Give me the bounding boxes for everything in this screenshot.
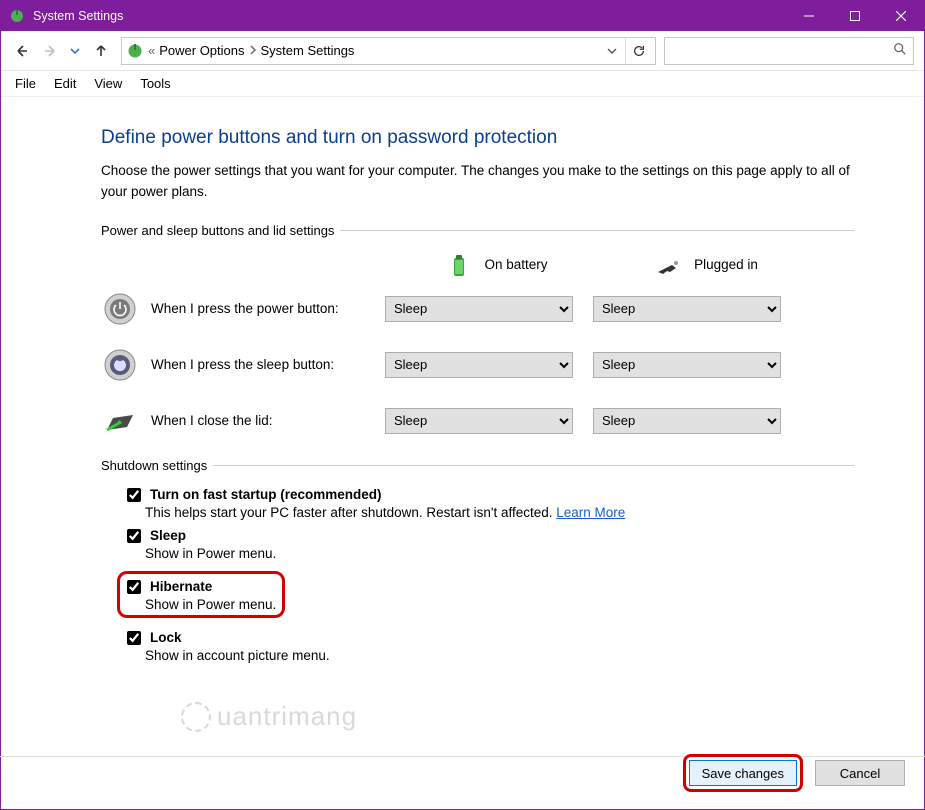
learn-more-link[interactable]: Learn More [556,505,625,520]
recent-locations-button[interactable] [63,39,87,63]
select-power-button-battery[interactable]: Sleep [385,296,573,322]
checkbox-label: Turn on fast startup (recommended) [150,487,382,502]
row-label: When I press the sleep button: [151,357,385,372]
section-label-text: Power and sleep buttons and lid settings [101,223,334,238]
checkbox-sleep[interactable] [127,529,141,543]
titlebar: System Settings [1,1,924,31]
watermark-icon [181,702,211,732]
columns-header: On battery Plugged in [101,250,854,280]
footer: Save changes Cancel [683,746,905,800]
minimize-button[interactable] [786,1,832,31]
divider [340,230,854,231]
up-button[interactable] [89,39,113,63]
checkbox-item-lock: Lock Show in account picture menu. [123,628,854,663]
checkbox-description: Show in account picture menu. [145,648,854,663]
section-label-text: Shutdown settings [101,458,207,473]
chevron-right-icon [249,43,257,58]
menubar: File Edit View Tools [1,71,924,97]
divider [213,465,854,466]
watermark: uantrimang [181,701,357,732]
column-plugged-in: Plugged in [611,250,801,280]
save-highlight: Save changes [683,754,803,792]
checkbox-description: Show in Power menu. [145,597,276,612]
row-label: When I close the lid: [151,413,385,428]
power-options-icon [126,42,144,60]
breadcrumb-label: Power Options [159,43,244,58]
row-close-lid: When I close the lid: Sleep Sleep [101,402,854,440]
row-power-button: When I press the power button: Sleep Sle… [101,290,854,328]
breadcrumb-label: System Settings [261,43,355,58]
power-button-icon [101,290,139,328]
footer-region: Save changes Cancel [0,756,925,810]
checkbox-hibernate[interactable] [127,580,141,594]
checkbox-item-sleep: Sleep Show in Power menu. [123,526,854,561]
toolbar: « Power Options System Settings [1,31,924,71]
page-heading: Define power buttons and turn on passwor… [101,127,854,149]
plug-icon [654,250,684,280]
lid-icon [101,402,139,440]
save-button[interactable]: Save changes [689,760,797,786]
section-power-sleep-label: Power and sleep buttons and lid settings [101,223,854,238]
forward-button[interactable] [37,39,61,63]
chevron-left-icon: « [148,43,155,58]
checkbox-item-fast-startup: Turn on fast startup (recommended) This … [123,485,854,520]
address-bar[interactable]: « Power Options System Settings [121,37,656,65]
section-shutdown-label: Shutdown settings [101,458,854,473]
power-rows: When I press the power button: Sleep Sle… [101,290,854,440]
checkbox-description: Show in Power menu. [145,546,854,561]
checkbox-item-hibernate: Hibernate Show in Power menu. [117,571,285,618]
refresh-button[interactable] [625,38,651,64]
menu-view[interactable]: View [86,74,130,93]
app-icon [9,8,25,24]
select-lid-battery[interactable]: Sleep [385,408,573,434]
address-dropdown-button[interactable] [599,38,625,64]
menu-tools[interactable]: Tools [132,74,178,93]
window-title: System Settings [33,9,123,23]
column-label: On battery [484,257,547,272]
select-sleep-button-plugged[interactable]: Sleep [593,352,781,378]
select-power-button-plugged[interactable]: Sleep [593,296,781,322]
column-label: Plugged in [694,257,758,272]
battery-icon [444,250,474,280]
content-pane: Define power buttons and turn on passwor… [1,97,924,677]
close-button[interactable] [878,1,924,31]
column-on-battery: On battery [401,250,591,280]
sleep-button-icon [101,346,139,384]
row-sleep-button: When I press the sleep button: Sleep Sle… [101,346,854,384]
select-lid-plugged[interactable]: Sleep [593,408,781,434]
menu-file[interactable]: File [7,74,44,93]
breadcrumb-item-power-options[interactable]: Power Options [155,43,248,58]
page-description: Choose the power settings that you want … [101,161,854,203]
menu-edit[interactable]: Edit [46,74,84,93]
checkbox-label: Lock [150,630,182,645]
checkbox-description: This helps start your PC faster after sh… [145,505,854,520]
checkbox-lock[interactable] [127,631,141,645]
checkbox-label: Hibernate [150,579,212,594]
maximize-button[interactable] [832,1,878,31]
breadcrumb-item-system-settings[interactable]: System Settings [257,43,359,58]
cancel-button[interactable]: Cancel [815,760,905,786]
select-sleep-button-battery[interactable]: Sleep [385,352,573,378]
search-icon [893,42,907,59]
checkbox-fast-startup[interactable] [127,488,141,502]
back-button[interactable] [11,39,35,63]
search-input[interactable] [664,37,914,65]
checkbox-label: Sleep [150,528,186,543]
shutdown-settings: Turn on fast startup (recommended) This … [101,485,854,663]
row-label: When I press the power button: [151,301,385,316]
